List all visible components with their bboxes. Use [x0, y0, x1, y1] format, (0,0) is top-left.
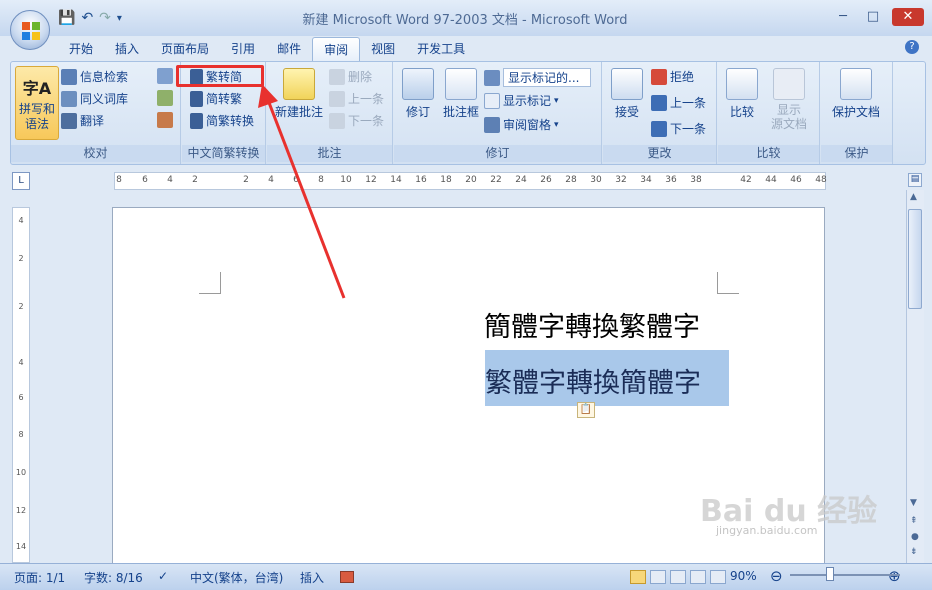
- annotation-arrow-icon: [258, 84, 346, 299]
